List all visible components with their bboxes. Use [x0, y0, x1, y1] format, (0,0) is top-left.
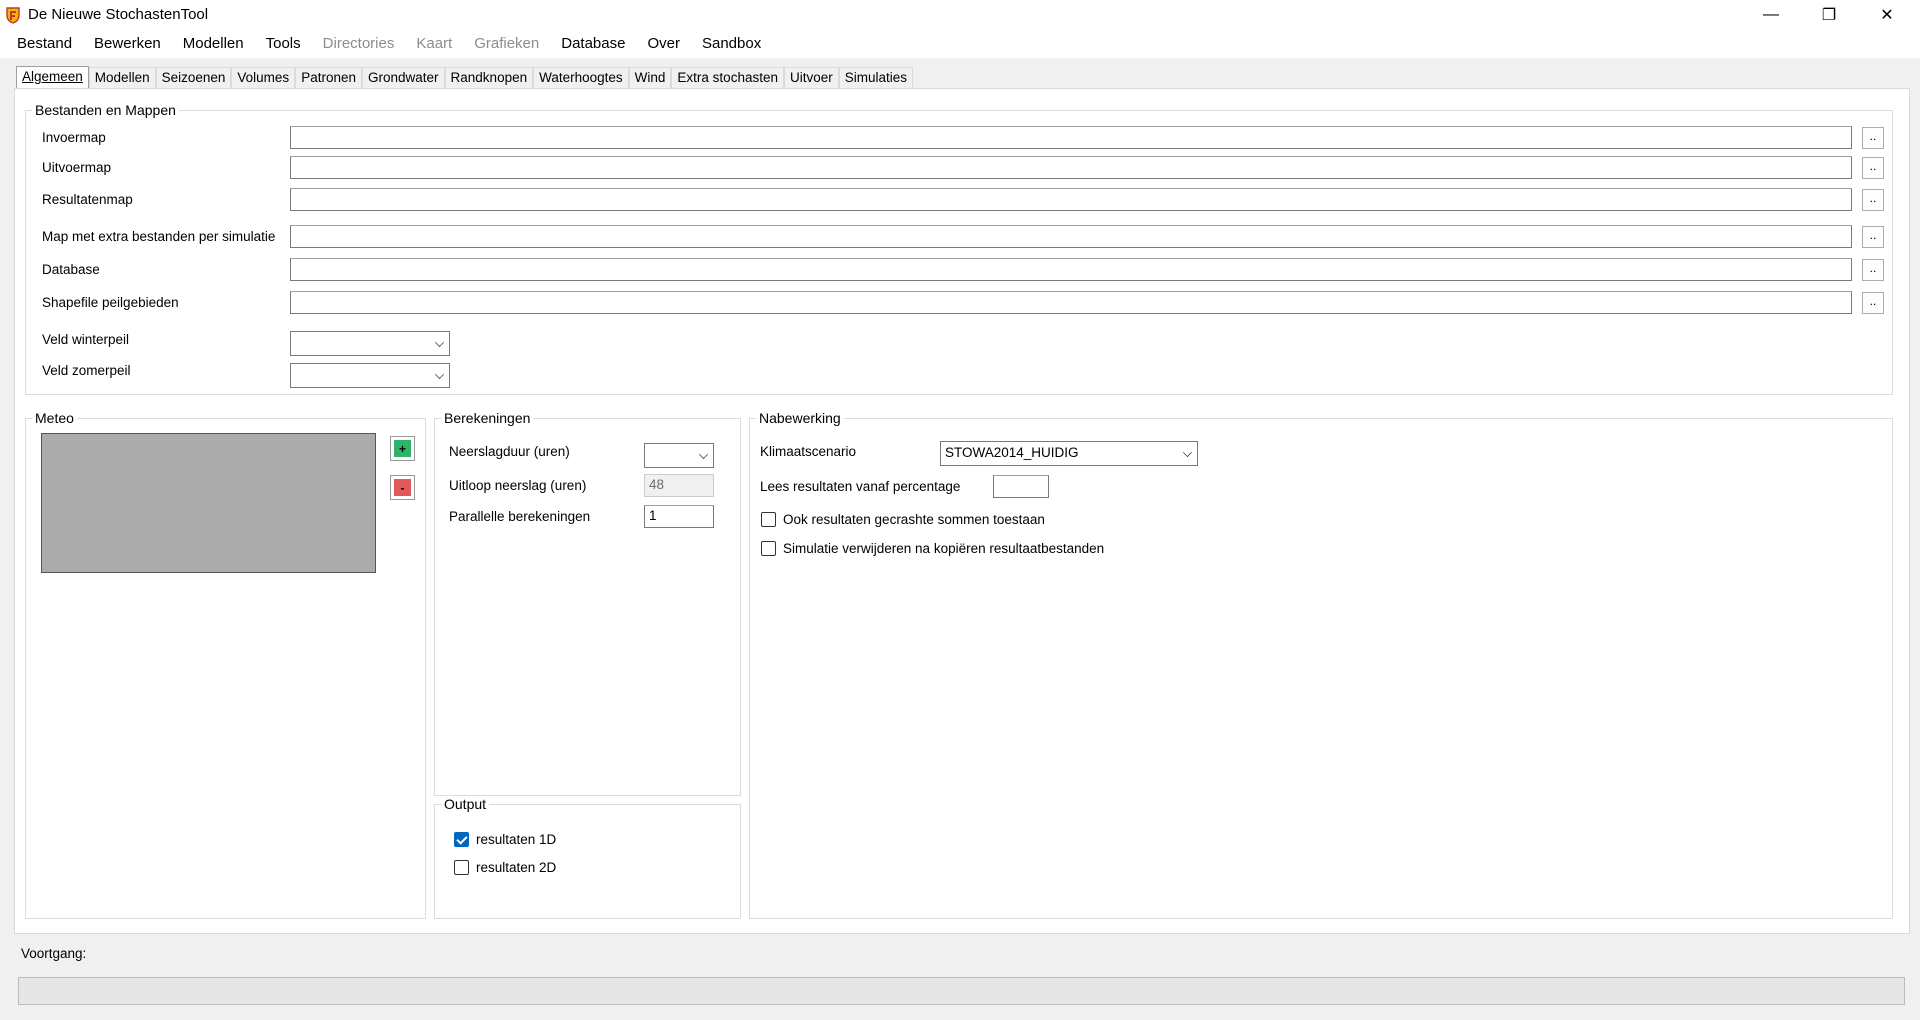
menu-over[interactable]: Over [636, 29, 691, 58]
tab-strip: Algemeen Modellen Seizoenen Volumes Patronen… [16, 66, 914, 88]
meteo-remove-button[interactable]: - [390, 475, 415, 500]
meteo-add-button[interactable]: + [390, 436, 415, 461]
group-title-meteo: Meteo [32, 410, 77, 426]
resultatenmap-input[interactable] [290, 188, 1852, 211]
resultatenmap-browse-button[interactable]: .. [1862, 189, 1884, 211]
tab-waterhoogtes[interactable]: Waterhoogtes [533, 67, 629, 88]
voortgang-progress-bar [18, 977, 1905, 1005]
voortgang-label: Voortgang: [21, 946, 87, 961]
menu-bestand[interactable]: Bestand [6, 29, 83, 58]
database-input[interactable] [290, 258, 1852, 281]
klimaatscenario-value: STOWA2014_HUIDIG [945, 445, 1079, 460]
minus-icon: - [394, 479, 411, 496]
veld-winterpeil-label: Veld winterpeil [42, 332, 130, 347]
app-logo-icon [6, 7, 20, 24]
resultaten-2d-option[interactable]: resultaten 2D [454, 860, 556, 875]
invoermap-label: Invoermap [42, 130, 106, 145]
map-met-extra-bestanden-per-simulatie-input[interactable] [290, 225, 1852, 248]
chevron-down-icon [435, 338, 444, 347]
tab-extra-stochasten[interactable]: Extra stochasten [671, 67, 784, 88]
uitvoermap-input[interactable] [290, 156, 1852, 179]
resultaten-1d-option[interactable]: resultaten 1D [454, 832, 556, 847]
resultaten-1d-label: resultaten 1D [476, 832, 557, 847]
uitloop-input: 48 [644, 474, 714, 497]
invoermap-input[interactable] [290, 126, 1852, 149]
tab-grondwater[interactable]: Grondwater [361, 67, 445, 88]
shapefile-peilgebieden-label: Shapefile peilgebieden [42, 295, 179, 310]
window-title: De Nieuwe StochastenTool [28, 6, 209, 23]
ook-gecrashte-label: Ook resultaten gecrashte sommen toestaan [783, 512, 1045, 527]
menu-modellen[interactable]: Modellen [172, 29, 255, 58]
tab-randknopen[interactable]: Randknopen [444, 67, 534, 88]
shapefile-peilgebieden-input[interactable] [290, 291, 1852, 314]
chevron-down-icon [1183, 448, 1192, 457]
tab-volumes[interactable]: Volumes [231, 67, 296, 88]
tab-algemeen[interactable]: Algemeen [16, 66, 89, 88]
meteo-list[interactable] [41, 433, 376, 573]
tab-page-algemeen: Bestanden en Mappen Veld winterpeil Veld… [14, 88, 1910, 934]
tab-uitvoer[interactable]: Uitvoer [783, 67, 839, 88]
resultaten-1d-checkbox[interactable] [454, 832, 469, 847]
neerslagduur-dropdown[interactable] [644, 443, 714, 468]
restore-button[interactable]: ❐ [1800, 0, 1858, 29]
chevron-down-icon [699, 450, 708, 459]
lees-percentage-label: Lees resultaten vanaf percentage [760, 479, 961, 494]
menu-bewerken[interactable]: Bewerken [83, 29, 172, 58]
chevron-down-icon [435, 370, 444, 379]
resultaten-2d-checkbox[interactable] [454, 860, 469, 875]
veld-zomerpeil-label: Veld zomerpeil [42, 363, 131, 378]
ook-gecrashte-checkbox[interactable] [761, 512, 776, 527]
map-met-extra-bestanden-per-simulatie-label: Map met extra bestanden per simulatie [42, 229, 276, 244]
group-title-bestanden: Bestanden en Mappen [32, 102, 179, 118]
veld-winterpeil-dropdown[interactable] [290, 331, 450, 356]
minimize-icon: — [1763, 5, 1779, 23]
tab-patronen[interactable]: Patronen [295, 67, 362, 88]
neerslagduur-label: Neerslagduur (uren) [449, 444, 570, 459]
database-label: Database [42, 262, 100, 277]
tab-seizoenen[interactable]: Seizoenen [155, 67, 232, 88]
simulatie-verwijderen-label: Simulatie verwijderen na kopiëren result… [783, 541, 1105, 556]
menu-bar: Bestand Bewerken Modellen Tools Directories K… [0, 29, 1920, 58]
menu-database[interactable]: Database [550, 29, 636, 58]
uitvoermap-browse-button[interactable]: .. [1862, 157, 1884, 179]
group-title-output: Output [441, 796, 490, 812]
plus-icon: + [394, 440, 411, 457]
lees-percentage-input[interactable] [993, 475, 1049, 498]
uitvoermap-label: Uitvoermap [42, 160, 112, 175]
menu-tools[interactable]: Tools [255, 29, 312, 58]
simulatie-verwijderen-checkbox[interactable] [761, 541, 776, 556]
parallelle-input[interactable]: 1 [644, 505, 714, 528]
invoermap-browse-button[interactable]: .. [1862, 127, 1884, 149]
title-bar: De Nieuwe StochastenTool — ❐ ✕ [0, 0, 1920, 29]
simulatie-verwijderen-option[interactable]: Simulatie verwijderen na kopiëren result… [761, 541, 1104, 556]
map-met-extra-bestanden-per-simulatie-browse-button[interactable]: .. [1862, 226, 1884, 248]
shapefile-peilgebieden-browse-button[interactable]: .. [1862, 292, 1884, 314]
database-browse-button[interactable]: .. [1862, 259, 1884, 281]
parallelle-label: Parallelle berekeningen [449, 509, 591, 524]
close-icon: ✕ [1880, 6, 1894, 24]
ook-gecrashte-option[interactable]: Ook resultaten gecrashte sommen toestaan [761, 512, 1045, 527]
tab-modellen[interactable]: Modellen [88, 67, 156, 88]
veld-zomerpeil-dropdown[interactable] [290, 363, 450, 388]
menu-sandbox[interactable]: Sandbox [691, 29, 772, 58]
klimaatscenario-dropdown[interactable]: STOWA2014_HUIDIG [940, 441, 1198, 466]
close-button[interactable]: ✕ [1858, 0, 1916, 29]
menu-directories: Directories [322, 35, 395, 52]
klimaatscenario-label: Klimaatscenario [760, 444, 857, 459]
group-title-berekeningen: Berekeningen [441, 410, 534, 426]
restore-icon: ❐ [1821, 6, 1837, 24]
tab-simulaties[interactable]: Simulaties [838, 67, 914, 88]
group-title-nabewerking: Nabewerking [756, 410, 844, 426]
resultaten-2d-label: resultaten 2D [476, 860, 557, 875]
minimize-button[interactable]: — [1742, 0, 1800, 29]
resultatenmap-label: Resultatenmap [42, 192, 133, 207]
tab-wind[interactable]: Wind [628, 67, 672, 88]
menu-grafieken: Grafieken [474, 35, 540, 52]
uitloop-label: Uitloop neerslag (uren) [449, 478, 587, 493]
menu-kaart: Kaart [416, 35, 453, 52]
